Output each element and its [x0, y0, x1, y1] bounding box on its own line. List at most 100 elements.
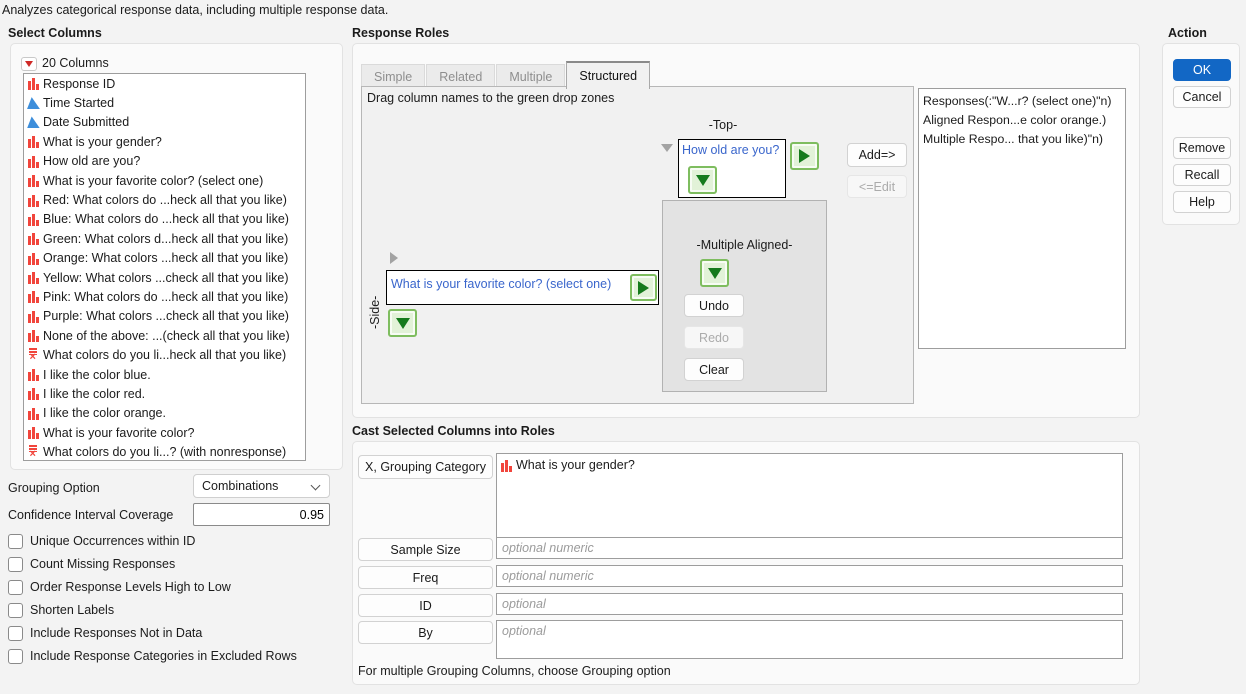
column-list-item[interactable]: Orange: What colors ...heck all that you…	[24, 249, 305, 268]
top-drop-zone[interactable]: How old are you?	[678, 139, 786, 198]
column-list-item[interactable]: What is your gender?	[24, 132, 305, 151]
checkbox-icon[interactable]	[8, 557, 23, 572]
column-list-item[interactable]: Date Submitted	[24, 113, 305, 132]
column-label: I like the color orange.	[43, 406, 166, 420]
action-title: Action	[1168, 26, 1207, 40]
freq-field[interactable]	[496, 565, 1123, 587]
ok-button[interactable]: OK	[1173, 59, 1231, 81]
x-grouping-item-label: What is your gender?	[516, 458, 635, 472]
nominal-icon	[27, 232, 40, 245]
column-list-item[interactable]: What is your favorite color?	[24, 423, 305, 442]
nominal-icon	[27, 135, 40, 148]
top-drop-right-button[interactable]	[790, 142, 819, 170]
checkbox-label: Shorten Labels	[30, 603, 114, 617]
checkbox-icon[interactable]	[8, 626, 23, 641]
clear-button[interactable]: Clear	[684, 358, 744, 381]
columns-listbox[interactable]: Response ID Time Started Date Submitted …	[23, 73, 306, 461]
sample-size-button[interactable]: Sample Size	[358, 538, 493, 561]
green-down-triangle-icon	[396, 318, 410, 329]
top-drop-item[interactable]: How old are you?	[682, 143, 779, 157]
nominal-icon	[27, 252, 40, 265]
red-triangle-menu-icon[interactable]	[21, 57, 37, 71]
side-drop-item[interactable]: What is your favorite color? (select one…	[391, 277, 611, 291]
column-list-item[interactable]: Green: What colors d...heck all that you…	[24, 229, 305, 248]
help-button[interactable]: Help	[1173, 191, 1231, 213]
tab-label: Related	[439, 70, 482, 84]
select-columns-title: Select Columns	[8, 26, 102, 40]
top-disclosure-triangle-icon[interactable]	[661, 144, 673, 152]
side-drop-zone[interactable]: What is your favorite color? (select one…	[386, 270, 659, 305]
column-list-item[interactable]: Yellow: What colors ...check all that yo…	[24, 268, 305, 287]
confidence-input[interactable]	[193, 503, 330, 526]
column-list-item[interactable]: Response ID	[24, 74, 305, 93]
checkbox-label: Unique Occurrences within ID	[30, 534, 195, 548]
column-list-item[interactable]: I like the color red.	[24, 384, 305, 403]
column-list-item[interactable]: What is your favorite color? (select one…	[24, 171, 305, 190]
column-label: What is your favorite color? (select one…	[43, 174, 263, 188]
recall-button[interactable]: Recall	[1173, 164, 1231, 186]
redo-button[interactable]: Redo	[684, 326, 744, 349]
response-roles-panel: SimpleRelatedMultipleStructured Drag col…	[352, 43, 1140, 418]
column-list-item[interactable]: I like the color orange.	[24, 404, 305, 423]
side-drop-right-button[interactable]	[630, 274, 657, 301]
column-list-item[interactable]: What colors do you li...? (with nonrespo…	[24, 442, 305, 461]
nominal-icon	[500, 459, 513, 472]
column-label: Purple: What colors ...check all that yo…	[43, 309, 289, 323]
green-right-triangle-icon	[799, 149, 810, 163]
id-field[interactable]	[496, 593, 1123, 615]
option-checkbox-row[interactable]: Count Missing Responses	[8, 556, 175, 572]
nominal-icon	[27, 290, 40, 303]
column-list-item[interactable]: None of the above: ...(check all that yo…	[24, 326, 305, 345]
undo-button[interactable]: Undo	[684, 294, 744, 317]
column-label: Date Submitted	[43, 115, 129, 129]
responses-listbox[interactable]: Responses(:"W...r? (select one)"n)Aligne…	[918, 88, 1126, 349]
option-checkbox-row[interactable]: Include Response Categories in Excluded …	[8, 648, 297, 664]
cancel-button[interactable]: Cancel	[1173, 86, 1231, 108]
tab[interactable]: Structured	[566, 61, 650, 89]
edit-button[interactable]: <=Edit	[847, 175, 907, 198]
green-right-triangle-icon	[638, 281, 649, 295]
column-list-item[interactable]: How old are you?	[24, 152, 305, 171]
checkbox-icon[interactable]	[8, 649, 23, 664]
side-zone-label: -Side-	[368, 269, 382, 329]
grouping-option-dropdown[interactable]: Combinations	[193, 474, 330, 498]
column-list-item[interactable]: Pink: What colors do ...heck all that yo…	[24, 287, 305, 306]
column-list-item[interactable]: Red: What colors do ...heck all that you…	[24, 190, 305, 209]
checkbox-icon[interactable]	[8, 534, 23, 549]
side-drop-down-button[interactable]	[388, 309, 417, 337]
top-drop-down-button[interactable]	[688, 166, 717, 194]
grouping-option-label: Grouping Option	[8, 481, 100, 495]
checkbox-icon[interactable]	[8, 580, 23, 595]
action-panel: OK Cancel Remove Recall Help	[1162, 43, 1240, 225]
top-zone-label: -Top-	[688, 118, 758, 132]
column-list-item[interactable]: What colors do you li...heck all that yo…	[24, 345, 305, 364]
response-list-item[interactable]: Aligned Respon...e color orange.)	[923, 111, 1121, 130]
option-checkbox-row[interactable]: Unique Occurrences within ID	[8, 533, 195, 549]
x-grouping-category-button[interactable]: X, Grouping Category	[358, 455, 493, 479]
x-grouping-listbox[interactable]: What is your gender?	[496, 453, 1123, 538]
option-checkbox-row[interactable]: Order Response Levels High to Low	[8, 579, 231, 595]
checkbox-icon[interactable]	[8, 603, 23, 618]
x-grouping-item[interactable]: What is your gender?	[497, 454, 1122, 474]
column-list-item[interactable]: I like the color blue.	[24, 365, 305, 384]
freq-button[interactable]: Freq	[358, 566, 493, 589]
column-list-item[interactable]: Blue: What colors do ...heck all that yo…	[24, 210, 305, 229]
option-checkbox-row[interactable]: Shorten Labels	[8, 602, 114, 618]
sample-size-field[interactable]	[496, 537, 1123, 559]
side-disclosure-triangle-icon[interactable]	[390, 252, 398, 264]
by-button[interactable]: By	[358, 621, 493, 644]
id-button[interactable]: ID	[358, 594, 493, 617]
response-list-item[interactable]: Multiple Respo... that you like)"n)	[923, 130, 1121, 149]
remove-button[interactable]: Remove	[1173, 137, 1231, 159]
by-field[interactable]	[496, 620, 1123, 659]
aligned-drop-down-button[interactable]	[700, 259, 729, 287]
column-label: What is your favorite color?	[43, 426, 194, 440]
column-list-item[interactable]: Purple: What colors ...check all that yo…	[24, 307, 305, 326]
multiple-aligned-zone: -Multiple Aligned- Undo Redo Clear	[662, 200, 827, 392]
response-list-item[interactable]: Responses(:"W...r? (select one)"n)	[923, 92, 1121, 111]
nominal-icon	[27, 310, 40, 323]
add-button[interactable]: Add=>	[847, 143, 907, 167]
option-checkbox-row[interactable]: Include Responses Not in Data	[8, 625, 202, 641]
column-label: Orange: What colors ...heck all that you…	[43, 251, 288, 265]
column-list-item[interactable]: Time Started	[24, 93, 305, 112]
